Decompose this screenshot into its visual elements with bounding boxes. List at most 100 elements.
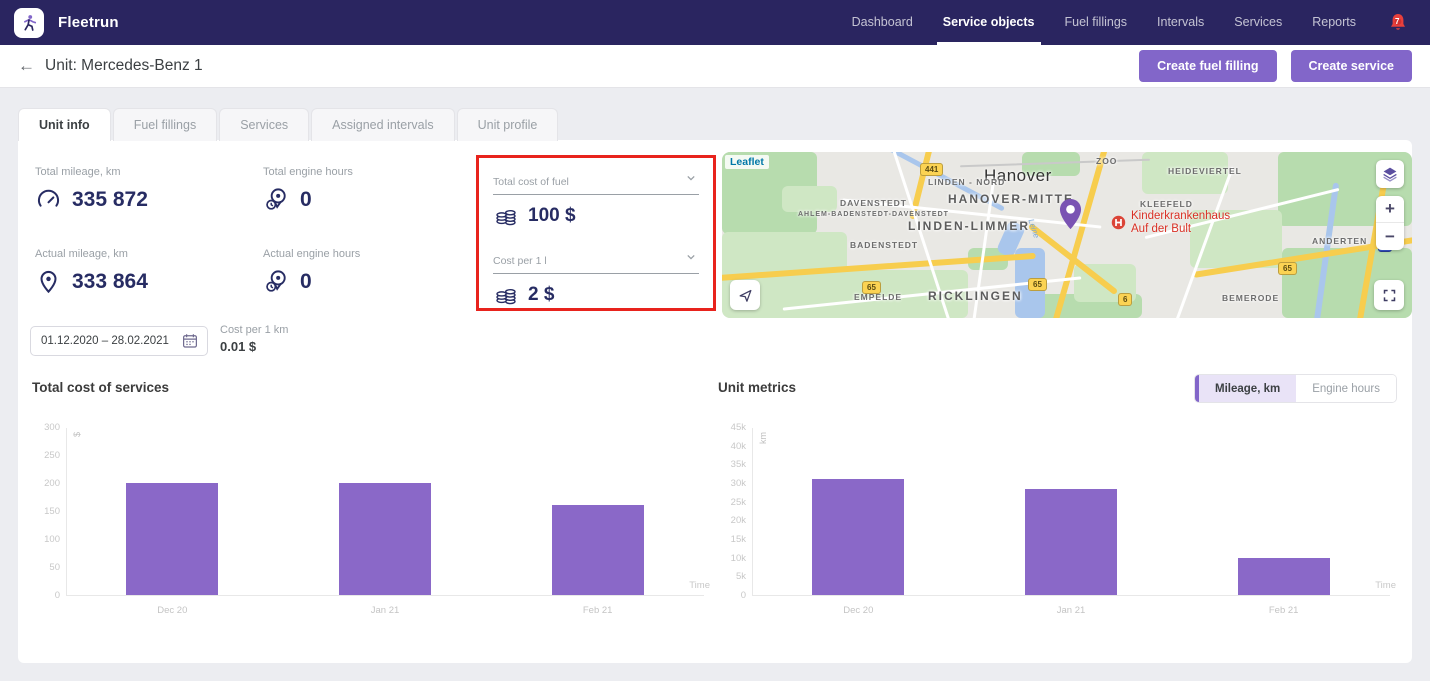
runner-icon	[19, 13, 39, 33]
notification-count: 7	[1395, 17, 1399, 26]
coins-icon	[493, 203, 519, 229]
y-tick-label: 10k	[718, 553, 746, 564]
chart-x-axis	[66, 595, 704, 596]
fuel-select-total-cost-of-fuel[interactable]: Total cost of fuel	[493, 172, 699, 195]
y-tick-label: 35k	[718, 459, 746, 470]
y-tick-label: 20k	[718, 515, 746, 526]
map-label-anderten: ANDERTEN	[1312, 236, 1367, 246]
metric-number: 0	[300, 188, 312, 212]
chart-plot: 050100150200250300Dec 20Jan 21Feb 21Time…	[32, 406, 710, 618]
map-locate-button[interactable]	[730, 280, 760, 310]
notifications-button[interactable]: 7	[1386, 11, 1410, 35]
nav-item-intervals[interactable]: Intervals	[1157, 0, 1204, 45]
nav-menu: Dashboard Service objects Fuel fillings Int…	[822, 0, 1356, 45]
top-navbar: Fleetrun Dashboard Service objects Fuel fi…	[0, 0, 1430, 45]
leaflet-attribution[interactable]: Leaflet	[725, 155, 769, 169]
tab-unit-profile[interactable]: Unit profile	[457, 108, 559, 141]
y-axis-unit: $	[72, 432, 82, 437]
x-axis-title: Time	[689, 580, 710, 591]
road-badge-441: 441	[920, 163, 943, 176]
coins-icon	[493, 282, 519, 308]
brand-name: Fleetrun	[58, 14, 119, 31]
engine-hours-icon	[263, 268, 290, 295]
back-arrow-icon[interactable]: ←	[18, 56, 35, 76]
locate-arrow-icon	[737, 287, 754, 304]
unit-map-marker[interactable]	[1058, 198, 1083, 235]
chart-bar-feb-21	[552, 505, 644, 595]
tab-fuel-fillings[interactable]: Fuel fillings	[113, 108, 218, 141]
metric-actual-engine-hours: Actual engine hours0	[263, 248, 360, 295]
create-fuel-filling-button[interactable]: Create fuel filling	[1139, 50, 1276, 82]
date-range-input[interactable]: 01.12.2020 – 28.02.2021	[30, 326, 208, 356]
nav-item-fuel-fillings[interactable]: Fuel fillings	[1065, 0, 1128, 45]
y-tick-label: 30k	[718, 478, 746, 489]
chart-plot: 05k10k15k20k25k30k35k40k45kDec 20Jan 21F…	[718, 406, 1396, 618]
y-tick-label: 150	[32, 506, 60, 517]
metric-total-mileage-km: Total mileage, km335 872	[35, 166, 148, 213]
metric-actual-mileage-km: Actual mileage, km 333 864	[35, 248, 148, 295]
map-layers-button[interactable]	[1376, 160, 1404, 188]
toggle-engine-hours[interactable]: Engine hours	[1296, 375, 1396, 402]
map-label-ricklingen: RICKLINGEN	[928, 289, 1023, 303]
page-title: Unit: Mercedes-Benz 1	[45, 57, 203, 75]
fuel-select-cost-per-1-l[interactable]: Cost per 1 l	[493, 251, 699, 274]
chart-bar-feb-21	[1238, 558, 1330, 595]
metric-total-engine-hours: Total engine hours 0	[263, 166, 353, 213]
road-badge-6: 6	[1118, 293, 1132, 306]
hospital-name: Kinderkrankenhaus Auf der Bult	[1131, 210, 1230, 235]
metric-value: 333 864	[35, 268, 148, 295]
map-label-linden-nord: LINDEN - NORD	[928, 177, 1005, 187]
select-label: Cost per 1 l	[493, 255, 547, 267]
tab-assigned-intervals[interactable]: Assigned intervals	[311, 108, 454, 141]
map-fullscreen-button[interactable]	[1374, 280, 1404, 310]
metric-label: Actual mileage, km	[35, 248, 148, 260]
create-service-button[interactable]: Create service	[1291, 50, 1412, 82]
date-range-value: 01.12.2020 – 28.02.2021	[41, 335, 181, 347]
map-label-davenstedt: DAVENSTEDT	[840, 198, 907, 208]
y-tick-label: 250	[32, 450, 60, 461]
page-header: ← Unit: Mercedes-Benz 1 Create fuel fill…	[0, 45, 1430, 88]
y-tick-label: 300	[32, 422, 60, 433]
layers-icon	[1381, 165, 1399, 183]
fullscreen-icon	[1382, 288, 1397, 303]
speedometer-icon	[35, 186, 62, 213]
y-tick-label: 0	[718, 590, 746, 601]
unit-location-map[interactable]: Leaflet Hanover Leine	[722, 152, 1412, 318]
metric-value: 335 872	[35, 186, 148, 213]
tab-services[interactable]: Services	[219, 108, 309, 141]
nav-item-reports[interactable]: Reports	[1312, 0, 1356, 45]
y-tick-label: 40k	[718, 441, 746, 452]
tab-unit-info[interactable]: Unit info	[18, 108, 111, 141]
map-label-bemerode: BEMERODE	[1222, 293, 1279, 303]
chart-bar-jan-21	[339, 483, 431, 595]
zoom-in-button[interactable]: +	[1376, 196, 1404, 223]
app-logo[interactable]	[14, 8, 44, 38]
map-shape	[782, 186, 837, 212]
location-pin-icon	[35, 268, 62, 295]
x-axis-title: Time	[1375, 580, 1396, 591]
fuel-cost-panel-highlighted: Total cost of fuel100 $Cost per 1 l2 $	[476, 155, 716, 311]
chevron-down-icon	[683, 170, 699, 191]
metric-number: 335 872	[72, 188, 148, 212]
nav-item-service-objects[interactable]: Service objects	[943, 0, 1035, 45]
x-tick-label: Feb 21	[1238, 605, 1330, 616]
toggle-mileage-km[interactable]: Mileage, km	[1195, 375, 1296, 402]
chart-title: Total cost of services	[32, 380, 710, 406]
header-actions: Create fuel filling Create service	[1139, 50, 1412, 82]
nav-item-services[interactable]: Services	[1234, 0, 1282, 45]
metric-label: Total engine hours	[263, 166, 353, 178]
select-label: Total cost of fuel	[493, 176, 569, 188]
hospital-icon	[1110, 210, 1127, 235]
y-tick-label: 200	[32, 478, 60, 489]
hospital-poi[interactable]: Kinderkrankenhaus Auf der Bult	[1110, 210, 1230, 235]
unit-metrics-toggle: Mileage, kmEngine hours	[1195, 375, 1396, 402]
engine-hours-icon	[263, 186, 290, 213]
nav-item-dashboard[interactable]: Dashboard	[852, 0, 913, 45]
zoom-out-button[interactable]: −	[1376, 223, 1404, 250]
cost-per-km-label: Cost per 1 km	[220, 324, 288, 336]
fleetrun-app: Fleetrun Dashboard Service objects Fuel fi…	[0, 0, 1430, 681]
metric-number: 333 864	[72, 270, 148, 294]
y-tick-label: 45k	[718, 422, 746, 433]
map-marker-icon	[1058, 198, 1083, 230]
chart-bar-dec-20	[812, 479, 904, 595]
